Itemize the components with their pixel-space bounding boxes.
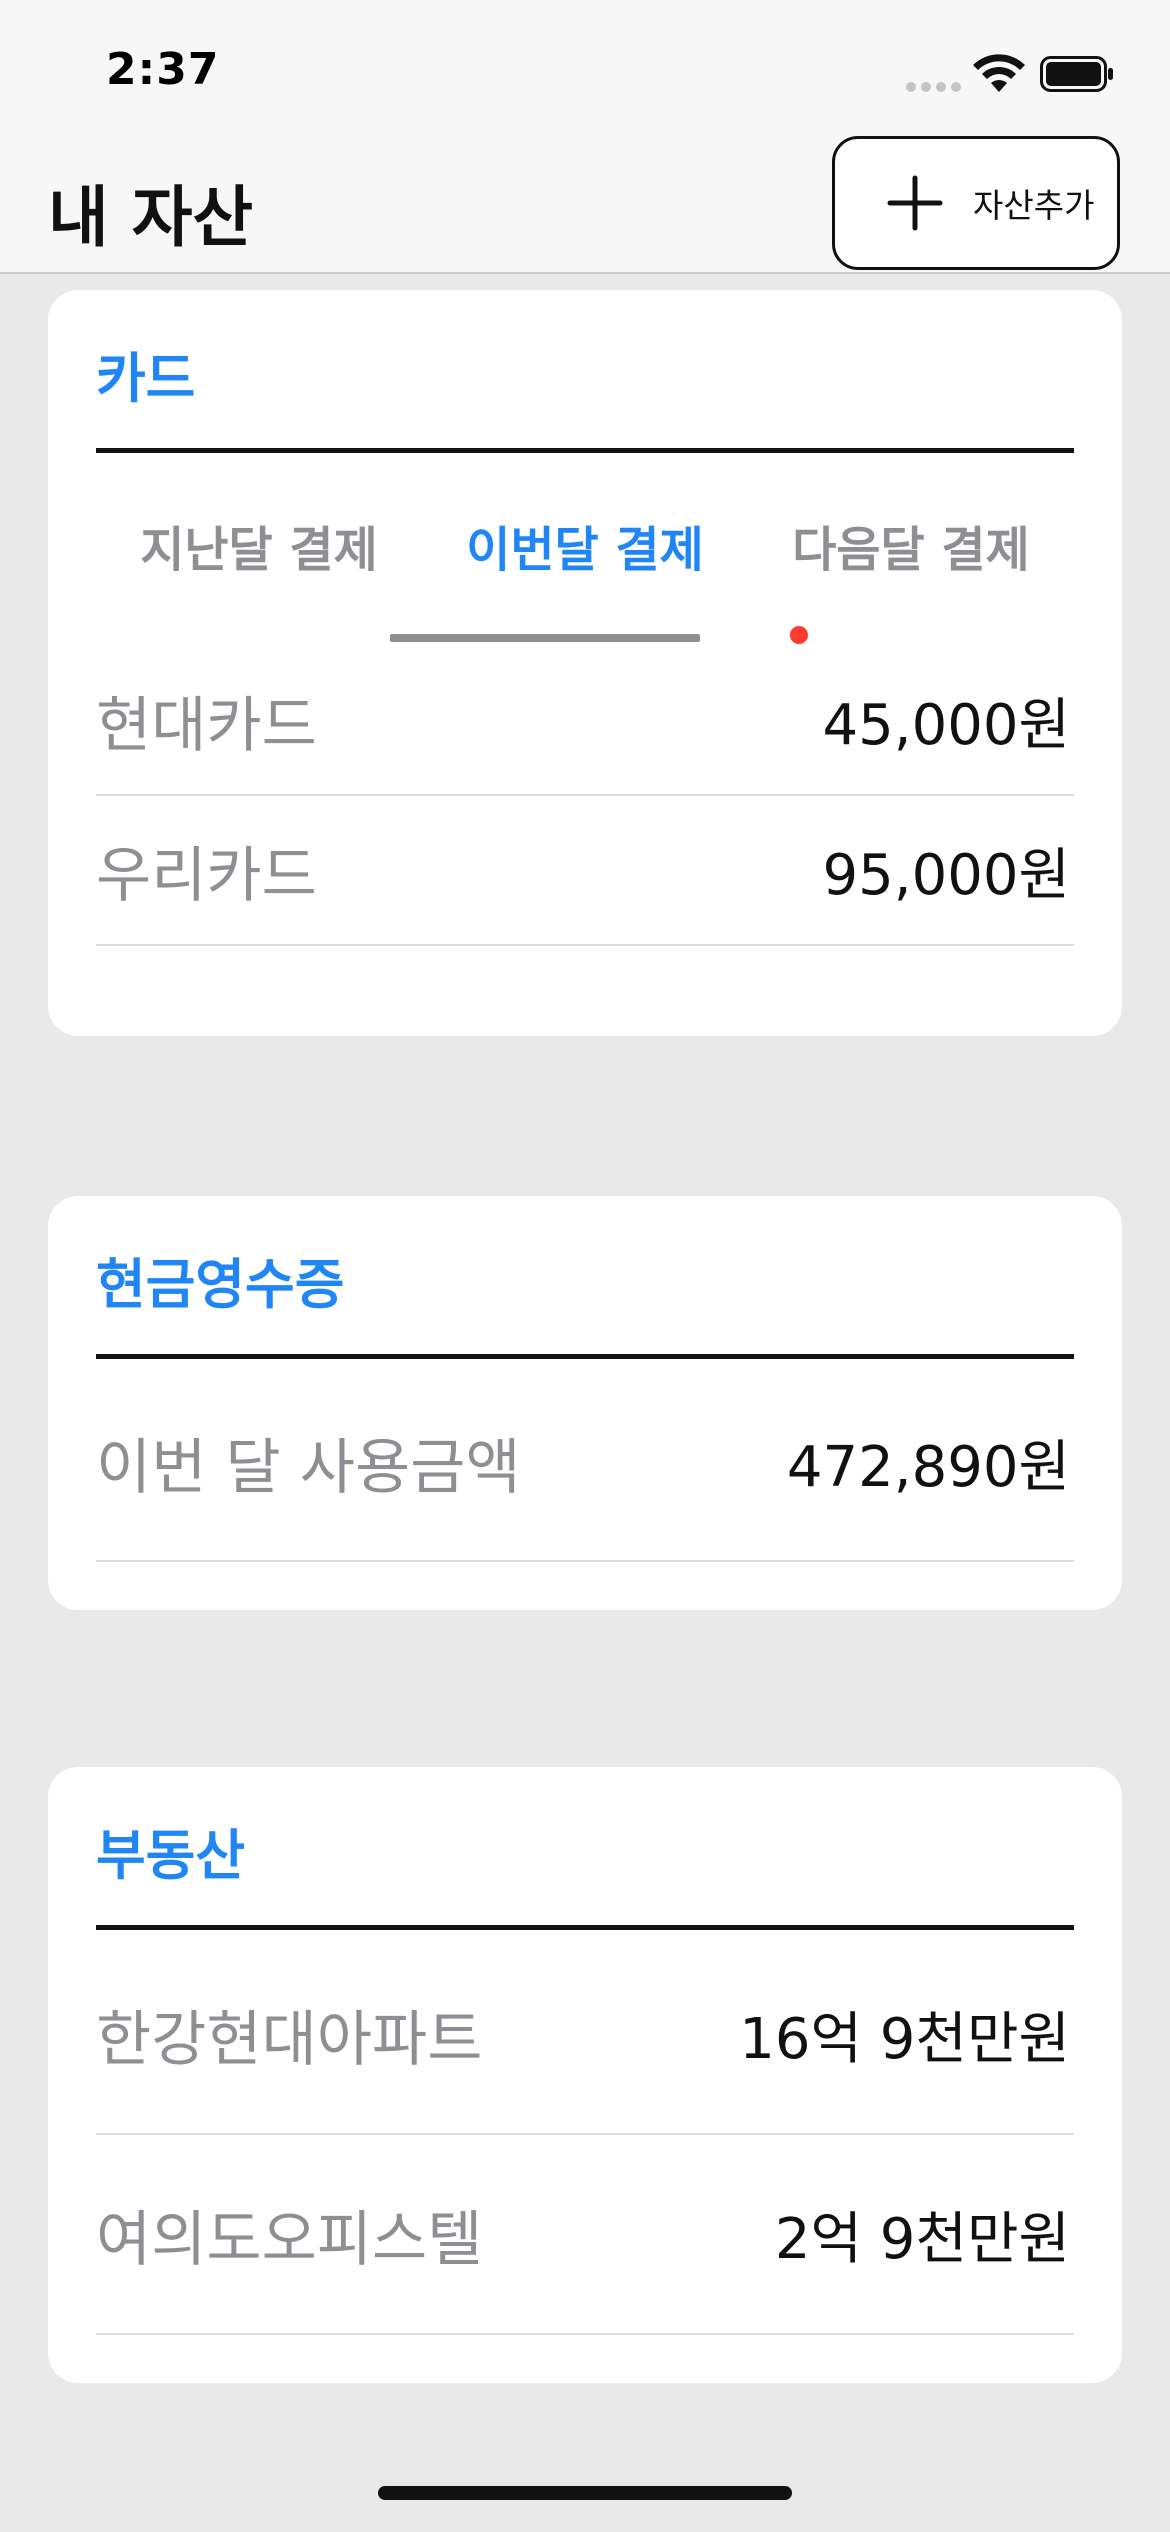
asset-name: 현대카드 xyxy=(96,690,317,761)
section-title-card: 카드 xyxy=(96,347,196,410)
plus-icon xyxy=(887,175,943,231)
usage-amount: 472,890원 xyxy=(786,1434,1070,1500)
card-section: 카드 지난달 결제 이번달 결제 다음달 결제 현대카드 45,000원 우리카… xyxy=(48,290,1122,1036)
status-bar: 2:37 xyxy=(0,0,1170,140)
add-asset-button[interactable]: 자산추가 xyxy=(832,136,1120,270)
asset-amount: 45,000원 xyxy=(822,692,1070,758)
tab-next-month[interactable]: 다음달 결제 xyxy=(748,480,1074,610)
home-indicator[interactable] xyxy=(378,2486,792,2500)
cash-receipt-section: 현금영수증 이번 달 사용금액 472,890원 xyxy=(48,1196,1122,1610)
add-asset-label: 자산추가 xyxy=(973,186,1095,225)
asset-amount: 16억 9천만원 xyxy=(739,2006,1070,2072)
section-divider xyxy=(96,1925,1074,1930)
asset-name: 한강현대아파트 xyxy=(96,2004,483,2075)
signal-dots-icon xyxy=(906,82,961,92)
section-title-real-estate: 부동산 xyxy=(96,1824,246,1887)
status-time: 2:37 xyxy=(106,44,220,95)
list-item-real-estate[interactable]: 여의도오피스텔 2억 9천만원 xyxy=(96,2135,1074,2335)
asset-amount: 2억 9천만원 xyxy=(774,2206,1070,2272)
billing-tabs: 지난달 결제 이번달 결제 다음달 결제 xyxy=(96,480,1074,610)
new-notification-dot xyxy=(790,626,808,644)
real-estate-section: 부동산 한강현대아파트 16억 9천만원 여의도오피스텔 2억 9천만원 xyxy=(48,1767,1122,2383)
active-tab-indicator xyxy=(390,634,700,642)
asset-name: 여의도오피스텔 xyxy=(96,2204,483,2275)
battery-icon xyxy=(1040,56,1113,92)
list-item-real-estate[interactable]: 한강현대아파트 16억 9천만원 xyxy=(96,1935,1074,2135)
section-divider xyxy=(96,448,1074,453)
nav-bar: 내 자산 자산추가 xyxy=(0,136,1170,274)
tab-this-month[interactable]: 이번달 결제 xyxy=(422,480,748,610)
asset-name: 우리카드 xyxy=(96,840,317,911)
section-title-cash-receipt: 현금영수증 xyxy=(96,1253,345,1316)
list-item-cash-receipt[interactable]: 이번 달 사용금액 472,890원 xyxy=(96,1364,1074,1562)
page-title: 내 자산 xyxy=(48,179,254,256)
tab-last-month[interactable]: 지난달 결제 xyxy=(96,480,422,610)
asset-amount: 95,000원 xyxy=(822,842,1070,908)
wifi-icon xyxy=(973,54,1025,92)
usage-label: 이번 달 사용금액 xyxy=(96,1432,521,1503)
list-item-card[interactable]: 우리카드 95,000원 xyxy=(96,796,1074,946)
list-item-card[interactable]: 현대카드 45,000원 xyxy=(96,646,1074,796)
section-divider xyxy=(96,1354,1074,1359)
